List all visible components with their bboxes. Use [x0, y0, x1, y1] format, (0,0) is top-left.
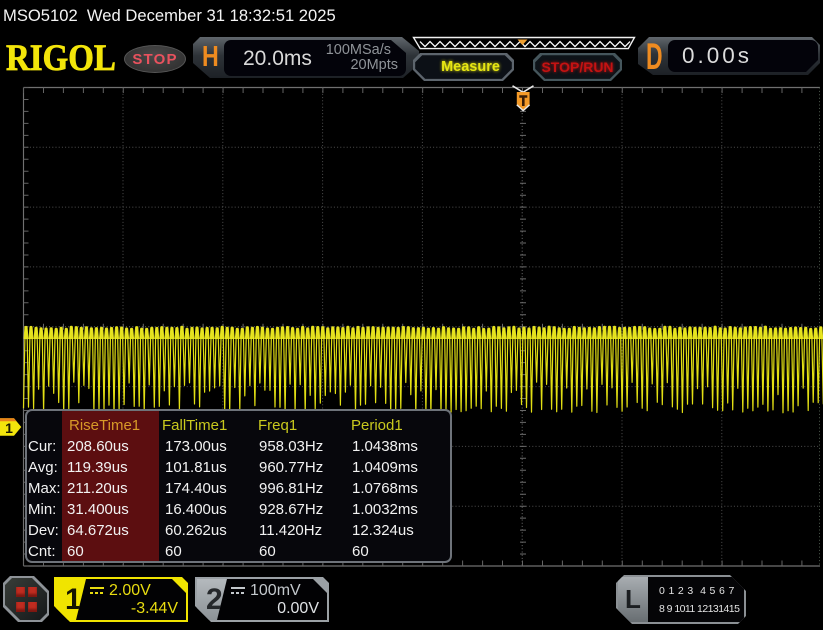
svg-text:1: 1 [5, 420, 13, 436]
